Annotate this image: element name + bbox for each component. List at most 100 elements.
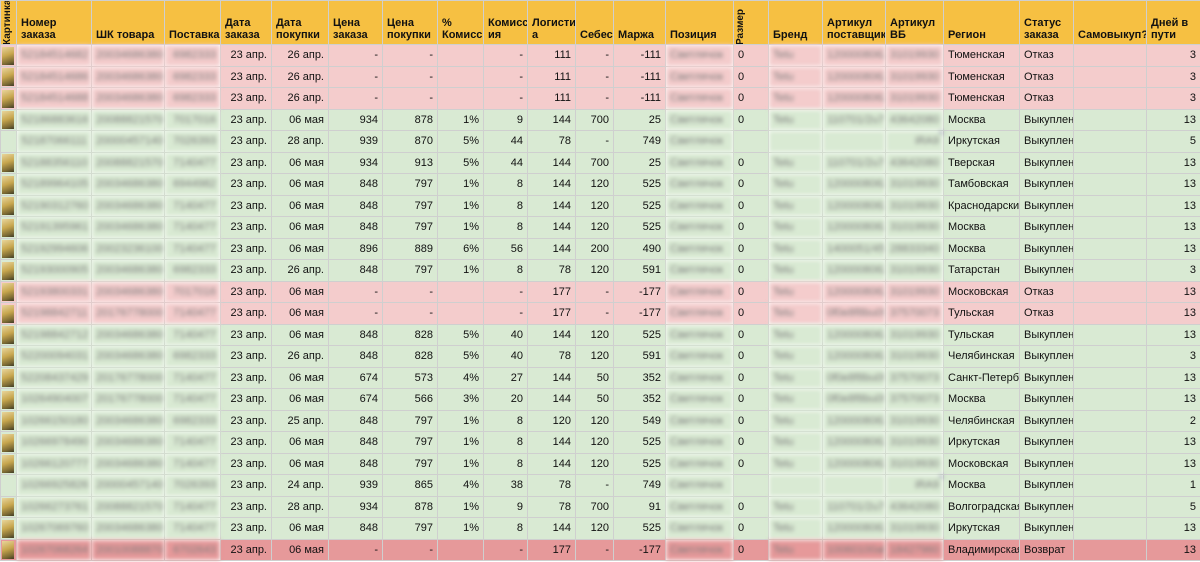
barcode-cell[interactable]: 2003468638008	[91, 323, 165, 346]
barcode-cell[interactable]: 2008882157004	[91, 495, 165, 518]
wb-sku-cell[interactable]: 31019930	[885, 517, 944, 540]
supplier-sku-cell[interactable]: 0f0e8f8bu09	[822, 302, 886, 325]
barcode-cell[interactable]: 2003468638008	[91, 452, 165, 475]
buy-date-cell[interactable]: 06 мая	[271, 323, 329, 346]
logistics-cell[interactable]: 177	[527, 302, 576, 325]
order-date-cell[interactable]: 23 апр.	[220, 216, 272, 239]
buy-date-cell[interactable]: 06 мая	[271, 517, 329, 540]
table-row[interactable]: 521845146822003468638008698233323 апр.26…	[0, 44, 1200, 67]
commission-pct-cell[interactable]	[437, 44, 484, 67]
cost-cell[interactable]: -	[575, 302, 614, 325]
col-header-order-date[interactable]: Дата заказа	[220, 0, 272, 45]
supply-cell[interactable]: 7140477	[164, 495, 221, 518]
wb-sku-cell[interactable]: 31019930	[885, 259, 944, 282]
barcode-cell[interactable]: 2003468638008	[91, 280, 165, 303]
logistics-cell[interactable]: 144	[527, 216, 576, 239]
wb-sku-cell[interactable]: 31019930	[885, 345, 944, 368]
days-in-transit-cell[interactable]: 13	[1146, 216, 1200, 239]
region-cell[interactable]: Тюменская	[943, 87, 1020, 110]
days-in-transit-cell[interactable]: 1	[1146, 474, 1200, 497]
col-header-status[interactable]: Статус заказа	[1019, 0, 1074, 45]
wb-sku-cell[interactable]: 31019930	[885, 194, 944, 217]
days-in-transit-cell[interactable]: 13	[1146, 173, 1200, 196]
status-cell[interactable]: Отказ	[1019, 44, 1074, 67]
days-in-transit-cell[interactable]: 13	[1146, 452, 1200, 475]
cost-cell[interactable]: 120	[575, 431, 614, 454]
buy-date-cell[interactable]: 06 мая	[271, 431, 329, 454]
order-number-cell[interactable]: 52200094031	[16, 345, 92, 368]
brand-cell[interactable]: Tetu	[768, 237, 823, 260]
status-cell[interactable]: Отказ	[1019, 302, 1074, 325]
barcode-cell[interactable]: 2003468638008	[91, 173, 165, 196]
status-cell[interactable]: Выкуплен	[1019, 108, 1074, 131]
size-cell[interactable]: 0	[733, 345, 769, 368]
table-row[interactable]: 102670682642001008887000670264323 апр.06…	[0, 538, 1200, 561]
cost-cell[interactable]: -	[575, 65, 614, 88]
supplier-sku-cell[interactable]	[822, 474, 886, 497]
margin-cell[interactable]: 25	[613, 108, 666, 131]
region-cell[interactable]: Челябинская	[943, 345, 1020, 368]
supply-cell[interactable]: 7140477	[164, 388, 221, 411]
self-buy-cell[interactable]	[1073, 474, 1147, 497]
order-date-cell[interactable]: 23 апр.	[220, 409, 272, 432]
supplier-sku-cell[interactable]: 10060100a60	[822, 538, 886, 561]
cost-cell[interactable]: 120	[575, 259, 614, 282]
supply-cell[interactable]: 7140477	[164, 216, 221, 239]
logistics-cell[interactable]: 111	[527, 65, 576, 88]
order-price-cell[interactable]: 848	[328, 431, 383, 454]
table-row[interactable]: 521988427122003468638008714047723 апр.06…	[0, 323, 1200, 346]
commission-pct-cell[interactable]: 4%	[437, 366, 484, 389]
barcode-cell[interactable]: 2008882157004	[91, 108, 165, 131]
picture-cell[interactable]	[0, 517, 17, 540]
order-price-cell[interactable]: -	[328, 87, 383, 110]
cost-cell[interactable]: 120	[575, 452, 614, 475]
self-buy-cell[interactable]	[1073, 237, 1147, 260]
region-cell[interactable]: Москва	[943, 474, 1020, 497]
commission-pct-cell[interactable]: 1%	[437, 452, 484, 475]
region-cell[interactable]: Москва	[943, 216, 1020, 239]
wb-sku-cell[interactable]: 43642080	[885, 151, 944, 174]
commission-pct-cell[interactable]	[437, 280, 484, 303]
brand-cell[interactable]: Tetu	[768, 44, 823, 67]
cost-cell[interactable]: -	[575, 474, 614, 497]
buy-date-cell[interactable]: 24 апр.	[271, 474, 329, 497]
order-date-cell[interactable]: 23 апр.	[220, 259, 272, 282]
cost-cell[interactable]: 50	[575, 388, 614, 411]
order-date-cell[interactable]: 23 апр.	[220, 87, 272, 110]
region-cell[interactable]: Московская	[943, 280, 1020, 303]
buy-price-cell[interactable]: -	[382, 65, 438, 88]
col-header-wb-sku[interactable]: Артикул ВБ	[885, 0, 944, 45]
order-date-cell[interactable]: 23 апр.	[220, 194, 272, 217]
barcode-cell[interactable]: 2003468638008	[91, 216, 165, 239]
table-row[interactable]: 102662737612008882157004714047723 апр.28…	[0, 495, 1200, 518]
self-buy-cell[interactable]	[1073, 345, 1147, 368]
commission-cell[interactable]: 8	[483, 517, 528, 540]
buy-date-cell[interactable]: 26 апр.	[271, 87, 329, 110]
status-cell[interactable]: Выкуплен	[1019, 173, 1074, 196]
supplier-sku-cell[interactable]: 1400051/45a6	[822, 237, 886, 260]
region-cell[interactable]: Тюменская	[943, 65, 1020, 88]
order-date-cell[interactable]: 23 апр.	[220, 345, 272, 368]
wb-sku-cell[interactable]: 31019930	[885, 409, 944, 432]
margin-cell[interactable]: 591	[613, 259, 666, 282]
brand-cell[interactable]: Tetu	[768, 323, 823, 346]
margin-cell[interactable]: 525	[613, 452, 666, 475]
buy-price-cell[interactable]: 797	[382, 409, 438, 432]
region-cell[interactable]: Волгоградская	[943, 495, 1020, 518]
status-cell[interactable]: Выкуплен	[1019, 216, 1074, 239]
picture-cell[interactable]	[0, 108, 17, 131]
buy-price-cell[interactable]: 797	[382, 431, 438, 454]
barcode-cell[interactable]: 2003468638008	[91, 431, 165, 454]
position-cell[interactable]: Светлячок	[665, 87, 734, 110]
logistics-cell[interactable]: 177	[527, 538, 576, 561]
wb-sku-cell[interactable]: 37570073	[885, 366, 944, 389]
picture-cell[interactable]	[0, 259, 17, 282]
order-number-cell[interactable]: 52187066111	[16, 130, 92, 153]
self-buy-cell[interactable]	[1073, 87, 1147, 110]
barcode-cell[interactable]: 2003468638008	[91, 517, 165, 540]
margin-cell[interactable]: -177	[613, 302, 666, 325]
days-in-transit-cell[interactable]: 3	[1146, 44, 1200, 67]
margin-cell[interactable]: 525	[613, 194, 666, 217]
order-number-cell[interactable]: 52184514682	[16, 44, 92, 67]
days-in-transit-cell[interactable]: 13	[1146, 237, 1200, 260]
